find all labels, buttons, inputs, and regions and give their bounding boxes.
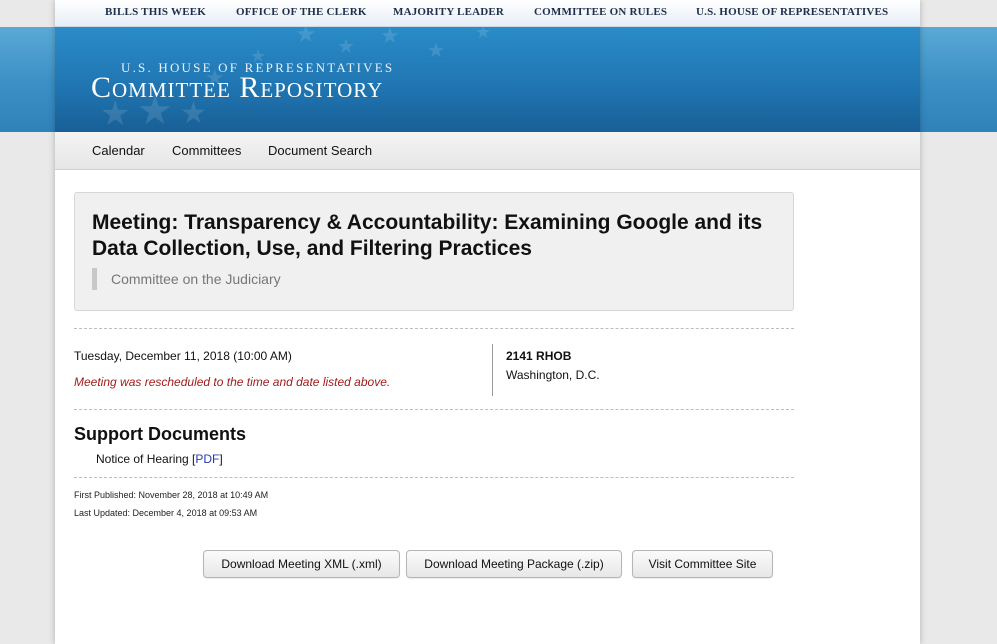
- divider: [74, 328, 794, 329]
- pdf-link[interactable]: PDF: [195, 452, 219, 466]
- link-majority-leader[interactable]: MAJORITY LEADER: [393, 6, 504, 18]
- first-published: First Published: November 28, 2018 at 10…: [74, 490, 269, 500]
- meeting-city: Washington, D.C.: [506, 368, 600, 382]
- last-updated: Last Updated: December 4, 2018 at 09:53 …: [74, 508, 258, 518]
- star-icon: ★: [380, 27, 400, 48]
- main-nav: Calendar Committees Document Search: [55, 132, 920, 170]
- page-container: BILLS THIS WEEK OFFICE OF THE CLERK MAJO…: [55, 0, 920, 644]
- document-label-close: ]: [219, 452, 223, 466]
- link-bills-this-week[interactable]: BILLS THIS WEEK: [105, 6, 206, 18]
- support-documents-heading: Support Documents: [74, 424, 247, 444]
- star-icon: ★: [475, 27, 492, 42]
- banner-title[interactable]: Committee Repository: [91, 71, 383, 105]
- meeting-title: Meeting: Transparency & Accountability: …: [92, 211, 763, 260]
- download-zip-button[interactable]: Download Meeting Package (.zip): [406, 550, 622, 578]
- star-icon: ★: [337, 36, 355, 58]
- link-us-house[interactable]: U.S. HOUSE OF REPRESENTATIVES: [696, 6, 888, 18]
- star-icon: ★: [427, 40, 445, 62]
- download-xml-button[interactable]: Download Meeting XML (.xml): [203, 550, 400, 578]
- link-office-of-the-clerk[interactable]: OFFICE OF THE CLERK: [236, 6, 367, 18]
- star-icon: ★: [295, 27, 317, 48]
- document-label: Notice of Hearing [: [96, 452, 196, 466]
- nav-document-search[interactable]: Document Search: [268, 143, 372, 158]
- site-banner: ★ ★ ★ ★ ★ ★ ★ ★ ★ ★ U.S. House of Repres…: [55, 27, 920, 132]
- nav-calendar[interactable]: Calendar: [92, 143, 145, 158]
- visit-committee-site-button[interactable]: Visit Committee Site: [632, 550, 773, 578]
- document-item: Notice of Hearing [PDF]: [96, 452, 223, 466]
- reschedule-note: Meeting was rescheduled to the time and …: [74, 375, 391, 389]
- vertical-divider: [492, 344, 493, 396]
- meeting-header-box: Meeting: Transparency & Accountability: …: [74, 192, 794, 311]
- meeting-room: 2141 RHOB: [506, 349, 572, 363]
- committee-name: Committee on the Judiciary: [92, 268, 281, 290]
- link-committee-on-rules[interactable]: COMMITTEE ON RULES: [534, 6, 667, 18]
- nav-committees[interactable]: Committees: [172, 143, 241, 158]
- meeting-datetime: Tuesday, December 11, 2018 (10:00 AM): [74, 349, 292, 363]
- top-links-bar: BILLS THIS WEEK OFFICE OF THE CLERK MAJO…: [55, 0, 920, 27]
- divider: [74, 477, 794, 478]
- divider: [74, 409, 794, 410]
